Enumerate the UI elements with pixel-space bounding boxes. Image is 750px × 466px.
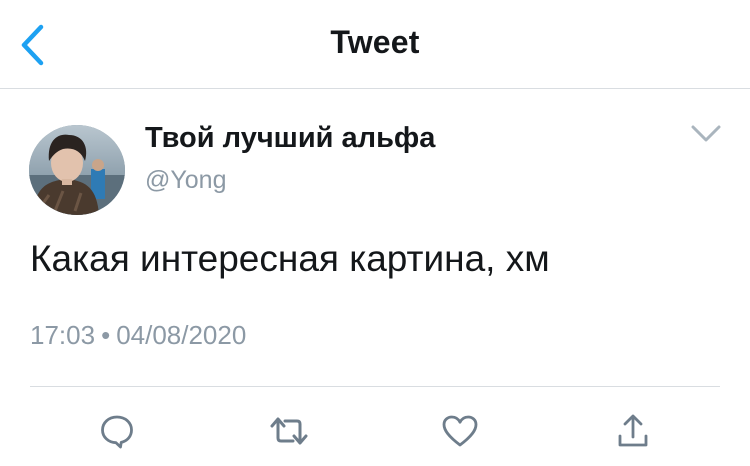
tweet-actions-bar <box>0 408 750 454</box>
tweet-timestamp: 17:03 • 04/08/2020 <box>30 320 246 351</box>
timestamp-separator: • <box>101 320 111 350</box>
tweet-text: Какая интересная картина, хм <box>30 238 550 279</box>
tweet-time: 17:03 <box>30 320 96 350</box>
divider <box>30 386 720 387</box>
avatar-image <box>29 125 125 215</box>
retweet-button[interactable] <box>266 408 312 454</box>
page-title: Tweet <box>330 24 420 60</box>
reply-button[interactable] <box>94 408 140 454</box>
share-button[interactable] <box>610 408 656 454</box>
author-handle[interactable]: @Yong <box>145 166 226 195</box>
reply-icon <box>101 415 133 449</box>
tweet-date: 04/08/2020 <box>116 320 247 350</box>
retweet-icon <box>270 417 308 445</box>
author-name[interactable]: Твой лучший альфа <box>145 122 435 155</box>
share-icon <box>618 414 648 447</box>
chevron-down-icon <box>691 125 721 142</box>
navigation-bar: Tweet <box>0 0 750 89</box>
like-button[interactable] <box>437 408 483 454</box>
heart-icon <box>442 415 478 447</box>
tweet-menu-button[interactable] <box>688 120 724 148</box>
avatar[interactable] <box>29 125 125 215</box>
